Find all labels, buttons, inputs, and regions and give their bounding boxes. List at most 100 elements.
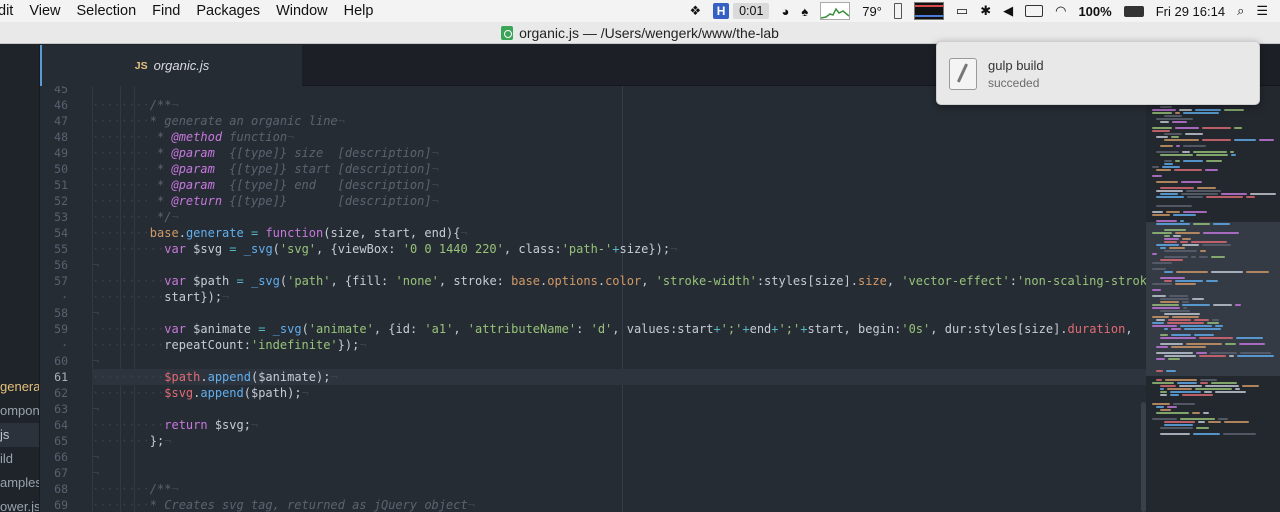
wifi-icon[interactable]: ◠: [1055, 3, 1066, 19]
code-line[interactable]: ··········return $svg;¬: [92, 417, 258, 433]
minimap-stroke: [1200, 379, 1217, 381]
notification-center-icon[interactable]: ☰: [1256, 3, 1268, 19]
code-line[interactable]: ········ */¬: [92, 209, 179, 225]
code-line[interactable]: ¬: [92, 305, 99, 321]
code-line[interactable]: ··········start});¬: [92, 289, 229, 305]
menu-window[interactable]: Window: [268, 0, 336, 22]
network-graph-icon[interactable]: [913, 2, 944, 20]
code-line[interactable]: ········/**¬: [92, 481, 179, 497]
alfred-icon[interactable]: ♠: [801, 4, 808, 19]
minimap[interactable]: [1146, 86, 1280, 512]
battery-percent[interactable]: 100%: [1078, 4, 1111, 19]
minimap-stroke: [1170, 394, 1179, 396]
code-line[interactable]: ········* generate an organic line¬: [92, 113, 345, 129]
code-line[interactable]: ¬: [92, 449, 99, 465]
code-line[interactable]: ··········var $svg = _svg('svg', {viewBo…: [92, 241, 677, 257]
code-line[interactable]: ········};¬: [92, 433, 171, 449]
menu-find[interactable]: Find: [144, 0, 188, 22]
minimap-stroke: [1173, 235, 1181, 237]
spotlight-search-icon[interactable]: ⌕: [1237, 3, 1244, 19]
tree-item-label: js: [0, 427, 10, 442]
code-token: :styles[size].: [756, 274, 858, 288]
minimap-stroke: [1156, 379, 1162, 381]
minimap-stroke: [1168, 319, 1191, 321]
code-line[interactable]: ··········var $animate = _svg('animate',…: [92, 321, 1133, 337]
tree-item[interactable]: ild: [0, 447, 39, 471]
code-line[interactable]: ¬: [92, 401, 99, 417]
minimap-stroke: [1172, 316, 1199, 318]
menu-dit[interactable]: dit: [0, 0, 21, 22]
code-line[interactable]: ········* Creates svg tag, returned as j…: [92, 497, 475, 512]
hours-badge[interactable]: H: [713, 3, 730, 19]
code-line[interactable]: ¬: [92, 353, 99, 369]
dropbox-icon[interactable]: ❖: [689, 3, 701, 19]
tree-item[interactable]: js: [0, 423, 39, 447]
menu-view[interactable]: View: [21, 0, 68, 22]
notification-title: gulp build: [988, 58, 1044, 73]
datetime[interactable]: Fri 29 16:14: [1156, 4, 1225, 19]
notification-banner[interactable]: gulp build succeded: [936, 41, 1260, 105]
code-token: size: [857, 274, 887, 288]
menu-selection[interactable]: Selection: [69, 0, 145, 22]
code-token: function: [222, 130, 288, 144]
minimap-stroke: [1183, 145, 1206, 147]
code-line[interactable]: ··········var $path = _svg('path', {fill…: [92, 273, 1146, 289]
code-line[interactable]: ········ * @param {[type]} start [descri…: [92, 161, 439, 177]
code-token: ········: [92, 210, 150, 224]
timer-display[interactable]: 0:01: [733, 3, 770, 19]
menu-help[interactable]: Help: [336, 0, 382, 22]
battery-small-icon[interactable]: [893, 3, 902, 19]
menu-packages[interactable]: Packages: [188, 0, 268, 22]
code-line[interactable]: ········ * @param {[type]} size [descrip…: [92, 145, 439, 161]
tree-item[interactable]: ower.js: [0, 495, 39, 512]
code-token: , dur:styles[size].: [930, 322, 1068, 336]
line-number-gutter[interactable]: 45 46 47 48 49 50 51 52 53 54 55 56 57 · 58 59 · 60 61 62 63…: [40, 86, 86, 512]
keyboard-icon[interactable]: [1025, 5, 1044, 17]
code-line[interactable]: ¬: [92, 257, 99, 273]
tree-item[interactable]: ompone: [0, 399, 39, 423]
code-line[interactable]: ········ * @method function¬: [92, 129, 294, 145]
code-line[interactable]: ········ * @return {[type]} [description…: [92, 193, 439, 209]
code-line[interactable]: ··········repeatCount:'indefinite'});¬: [92, 337, 367, 353]
volume-icon[interactable]: ◀: [1003, 3, 1013, 19]
code-line[interactable]: ········/**¬: [92, 97, 179, 113]
code-line[interactable]: ········base.generate = function(size, s…: [92, 225, 468, 241]
minimap-stroke: [1211, 271, 1243, 273]
minimap-stroke: [1234, 127, 1242, 129]
minimap-stroke: [1156, 319, 1165, 321]
tree-item[interactable]: general: [0, 375, 39, 399]
code-line[interactable]: ········ * @param {[type]} end [descript…: [92, 177, 439, 193]
code-area[interactable]: ········/**¬ ········* generate an organi…: [92, 86, 1146, 512]
minimap-stroke: [1156, 181, 1178, 183]
code-editor[interactable]: 45 46 47 48 49 50 51 52 53 54 55 56 57 · 58 59 · 60 61 62 63…: [40, 86, 1146, 512]
minimap-stroke: [1182, 301, 1189, 303]
bluetooth-icon[interactable]: ✱: [980, 3, 991, 19]
tab-organic-js[interactable]: JS organic.js: [40, 45, 302, 86]
line-number: 60: [54, 354, 68, 368]
line-number: 64: [54, 418, 68, 432]
line-number: 58: [54, 306, 68, 320]
code-token: append: [207, 370, 251, 384]
code-line[interactable]: ¬: [92, 465, 99, 481]
code-token: end: [749, 322, 772, 336]
code-token: (: [272, 242, 280, 256]
code-token: $path: [164, 370, 201, 384]
line-number: 57: [54, 274, 68, 288]
battery-icon[interactable]: [1123, 5, 1144, 17]
code-token: *: [149, 194, 172, 208]
code-token: ········: [92, 498, 150, 512]
minimap-stroke: [1156, 190, 1183, 192]
minimap-stroke: [1186, 190, 1221, 192]
code-line[interactable]: ··········$svg.append($path);¬: [92, 385, 309, 401]
code-token: :: [576, 322, 591, 336]
airplay-icon[interactable]: ▭: [956, 3, 968, 19]
temperature-readout[interactable]: 79°: [862, 4, 882, 19]
code-token: $svg: [164, 386, 194, 400]
cpu-graph-icon[interactable]: [820, 2, 851, 20]
minimap-stroke: [1193, 151, 1227, 153]
minimap-stroke: [1186, 343, 1222, 345]
tree-item[interactable]: amples: [0, 471, 39, 495]
clock-app-icon[interactable]: ◕: [781, 4, 789, 19]
code-line[interactable]: ··········$path.append($animate);¬: [92, 369, 338, 385]
minimap-stroke: [1175, 283, 1196, 285]
